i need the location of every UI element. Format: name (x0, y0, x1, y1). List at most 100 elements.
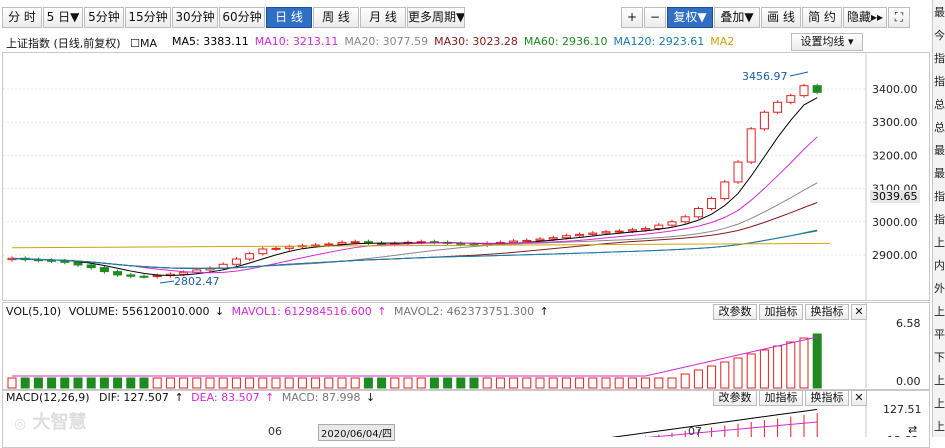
right-column-char-8: 指 (934, 190, 945, 203)
candle-body-55 (733, 161, 743, 183)
candle-body-11 (152, 275, 162, 278)
high-price-arrow (789, 71, 809, 77)
candle-body-7 (99, 267, 109, 273)
watermark-logo: ◎ 大智慧 (14, 412, 87, 433)
candle-body-60 (799, 85, 809, 97)
candle-body-53 (707, 198, 717, 210)
candle-body-49 (654, 224, 664, 229)
volume-down-arrow: ↓ (214, 305, 225, 318)
candle-body-5 (73, 261, 83, 266)
cursor-date-label: 2020/06/04/四 (318, 424, 396, 441)
right-column-char-2: 指 (934, 52, 945, 65)
right-column-char-17: 上 (934, 397, 945, 410)
right-column-char-11: 内 (934, 259, 945, 272)
low-price-arrow (159, 280, 175, 284)
volume-legend: VOL(5,10) VOLUME: 556120010.000 ↓ MAVOL1… (6, 305, 549, 318)
macd-label: MACD(12,26,9) (6, 391, 90, 404)
right-column-char-16: 上 (934, 374, 945, 387)
high-price-label: 3456.97 (742, 70, 788, 83)
y-tick-1: 3300.00 (872, 116, 918, 129)
mavol1-up-arrow: ↑ (377, 305, 387, 318)
right-column-char-13: 上 (934, 305, 945, 318)
candle-body-42 (561, 235, 571, 239)
nav-icon[interactable]: ⇄ (908, 423, 917, 436)
dea-value: DEA: 83.507 (191, 391, 260, 404)
dif-value: DIF: 127.507 (99, 391, 169, 404)
right-column-char-4: 总 (934, 98, 945, 111)
volume-button-3[interactable]: ✕ (851, 304, 867, 320)
candle-body-4 (60, 260, 70, 263)
candle-body-50 (667, 221, 677, 226)
candle-body-6 (86, 264, 96, 269)
candle-body-48 (641, 227, 651, 231)
x-label-07: 07 (688, 425, 702, 438)
vol-label: VOL(5,10) (6, 305, 62, 318)
candle-body-21 (284, 246, 294, 249)
right-column-char-15: 下 (934, 351, 945, 364)
candle-body-45 (601, 231, 611, 234)
candle-body-18 (245, 253, 255, 260)
candle-body-43 (575, 233, 585, 237)
candle-body-19 (258, 248, 268, 255)
macd-button-2[interactable]: 换指标 (805, 390, 849, 406)
ma-line-20 (11, 182, 818, 269)
macd-button-1[interactable]: 加指标 (759, 390, 803, 406)
right-column-char-5: 总 (934, 121, 945, 134)
candle-body-26 (350, 241, 360, 244)
volume-button-0[interactable]: 改参数 (713, 304, 757, 320)
right-column-char-7: 最 (934, 167, 945, 180)
macd-legend: MACD(12,26,9) DIF: 127.507 ↑ DEA: 83.507… (6, 391, 375, 404)
candle-body-3 (47, 259, 57, 262)
candle-body-57 (759, 111, 769, 130)
candle-body-10 (139, 275, 149, 278)
candle-body-61 (812, 85, 822, 93)
right-column-char-10: 上 (934, 236, 945, 249)
ma-line-60 (11, 229, 818, 269)
right-column-char-14: 平 (934, 328, 945, 341)
candle-body-52 (693, 208, 703, 218)
candle-body-34 (456, 242, 466, 245)
candle-body-13 (179, 271, 189, 275)
y-tick-5: 2900.00 (872, 249, 918, 262)
right-column-char-6: 最 (934, 144, 945, 157)
candle-body-59 (786, 95, 796, 103)
dif-up-arrow: ↑ (174, 391, 184, 404)
low-price-label: 2802.47 (174, 275, 220, 288)
candle-body-44 (588, 232, 598, 235)
volume-button-1[interactable]: 加指标 (759, 304, 803, 320)
candle-body-58 (773, 101, 783, 113)
candle-body-38 (509, 240, 519, 243)
candle-body-20 (271, 247, 281, 250)
x-label-06: 06 (268, 425, 282, 438)
candle-body-46 (614, 230, 624, 233)
candle-body-24 (324, 243, 334, 246)
right-column-char-0: 最 (934, 6, 945, 19)
right-column-char-1: 今 (934, 29, 945, 42)
macd-down-arrow: ↓ (366, 391, 376, 404)
right-column-char-3: 指 (934, 75, 945, 88)
right-column-char-12: 外 (934, 282, 945, 295)
candle-body-41 (548, 237, 558, 240)
candle-body-9 (126, 274, 136, 277)
mavol2-up-arrow: ↑ (539, 305, 549, 318)
macd-button-0[interactable]: 改参数 (713, 390, 757, 406)
macd-value: MACD: 87.998 (281, 391, 361, 404)
candle-body-51 (680, 216, 690, 223)
candle-body-47 (627, 229, 637, 232)
macd-button-3[interactable]: ✕ (851, 390, 867, 406)
candle-body-8 (113, 271, 123, 276)
volume-button-2[interactable]: 换指标 (805, 304, 849, 320)
candle-body-17 (231, 258, 241, 265)
mavol2-value: MAVOL2: 462373751.300 (394, 305, 535, 318)
dea-up-arrow: ↑ (265, 391, 275, 404)
candle-body-56 (746, 128, 756, 163)
mavol1-value: MAVOL1: 612984516.600 (231, 305, 372, 318)
candle-body-39 (522, 239, 532, 242)
watermark-icon: ◎ (14, 416, 27, 432)
candle-body-40 (535, 238, 545, 241)
y-tick-4: 3000.00 (872, 216, 918, 229)
candle-body-54 (720, 181, 730, 200)
volume-value: VOLUME: 556120010.000 (68, 305, 210, 318)
right-column-char-18: 上 (934, 420, 945, 433)
right-info-column: 最今指指总总最最指指上内外上平下上上上 (932, 0, 945, 437)
